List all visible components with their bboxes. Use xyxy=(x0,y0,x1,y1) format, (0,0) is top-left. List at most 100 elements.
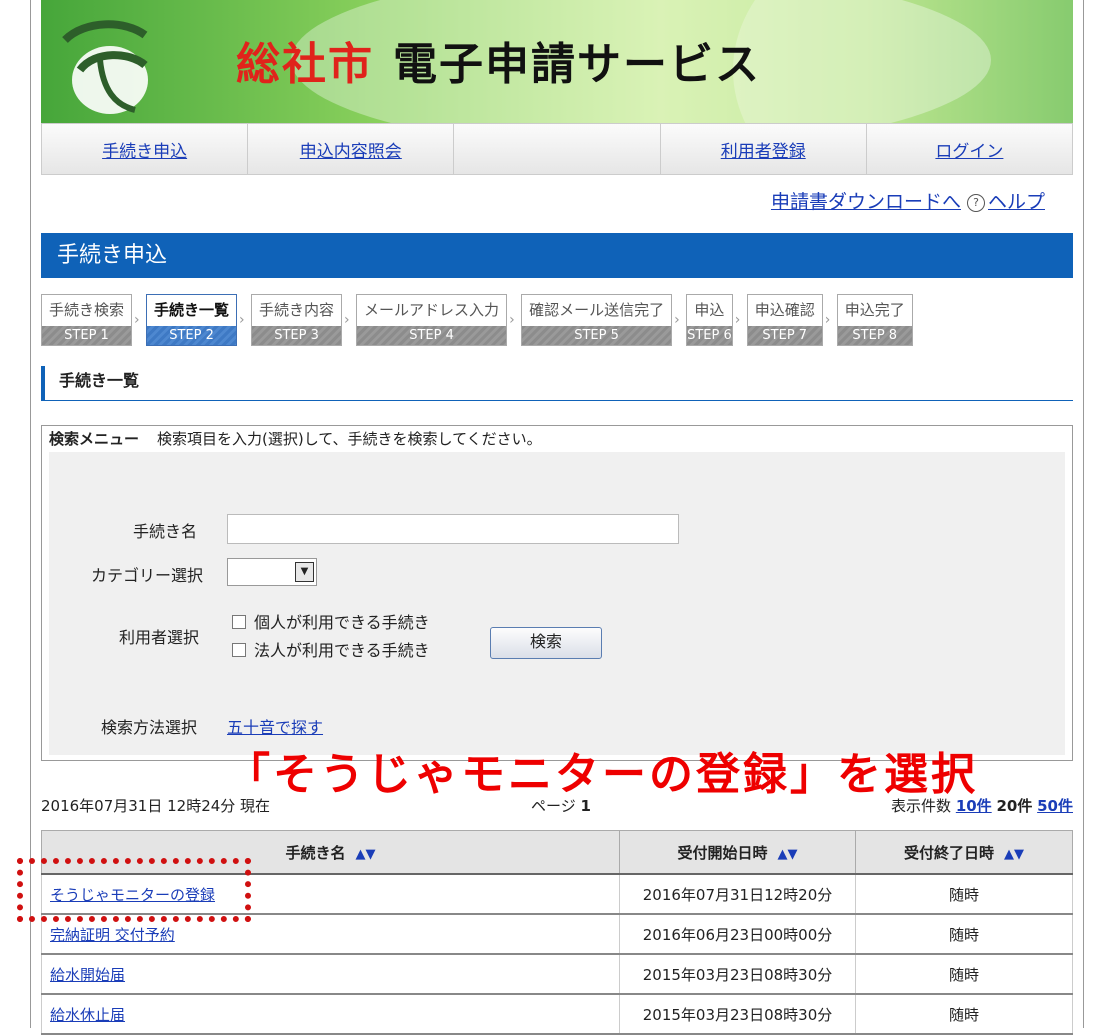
sort-icon[interactable]: ▲▼ xyxy=(1004,847,1024,862)
col-header-label: 手続き名 xyxy=(285,843,346,862)
step-number: STEP 8 xyxy=(837,326,912,345)
step-progress: 手続き検索 STEP 1 › 手続き一覧 STEP 2 › 手続き内容 STEP 3 … xyxy=(41,294,1073,346)
search-method-label: 検索方法選択 xyxy=(101,718,198,737)
row-end-cell: 随時 xyxy=(855,954,1073,995)
search-panel: 検索メニュー 検索項目を入力(選択)して、手続きを検索してください。 手続き名 カ… xyxy=(41,425,1073,761)
user-type-label: 利用者選択 xyxy=(119,628,200,647)
category-select[interactable]: ▼ xyxy=(227,558,317,586)
step-4: メールアドレス入力 STEP 4 xyxy=(356,294,508,346)
category-label: カテゴリー選択 xyxy=(91,566,204,585)
step-label: 申込確認 xyxy=(747,295,822,326)
row-end-cell: 随時 xyxy=(855,914,1073,955)
row-start-cell: 2015年03月23日08時30分 xyxy=(619,954,856,995)
search-menu-label: 検索メニュー xyxy=(49,430,140,448)
nav-link-inquiry[interactable]: 申込内容照会 xyxy=(300,137,402,162)
download-link[interactable]: 申請書ダウンロードへ xyxy=(771,191,961,213)
list-timestamp: 2016年07月31日 12時24分 現在 xyxy=(41,797,271,815)
help-link[interactable]: ヘルプ xyxy=(988,191,1045,213)
page-size-10-link[interactable]: 10件 xyxy=(956,797,992,815)
procedure-link[interactable]: 給水休止届 xyxy=(50,1006,125,1024)
step-5: 確認メール送信完了 STEP 5 xyxy=(521,294,673,346)
procedure-name-input[interactable] xyxy=(227,514,679,544)
step-number: STEP 5 xyxy=(522,326,672,345)
step-label: 申込 xyxy=(687,295,732,326)
chevron-right-icon: › xyxy=(134,312,140,328)
table-row: 給水開始届 2015年03月23日08時30分 随時 xyxy=(41,954,1073,995)
step-6: 申込 STEP 6 xyxy=(686,294,733,346)
service-name: 電子申請サービス xyxy=(393,39,761,90)
help-icon: ? xyxy=(966,194,985,212)
row-start-cell: 2015年03月23日08時30分 xyxy=(619,994,856,1035)
step-label: 手続き内容 xyxy=(252,295,342,326)
step-number: STEP 2 xyxy=(147,326,237,345)
utility-links: 申請書ダウンロードへ? ヘルプ xyxy=(41,175,1073,219)
chevron-right-icon: › xyxy=(674,312,680,328)
page-size-50-link[interactable]: 50件 xyxy=(1037,797,1073,815)
corporate-checkbox[interactable] xyxy=(232,643,246,657)
col-header-start: 受付開始日時 ▲▼ xyxy=(619,830,856,875)
step-number: STEP 6 xyxy=(687,326,732,345)
page-inner: 総社市 電子申請サービス 手続き申込 申込内容照会 利用者登録 ログイン 申請書… xyxy=(41,0,1073,761)
main-nav: 手続き申込 申込内容照会 利用者登録 ログイン xyxy=(41,123,1073,175)
step-number: STEP 1 xyxy=(42,326,132,345)
corporate-option[interactable]: 法人が利用できる手続き xyxy=(232,637,430,661)
step-7: 申込確認 STEP 7 xyxy=(746,294,823,346)
nav-item-register[interactable]: 利用者登録 xyxy=(661,124,867,174)
search-button[interactable]: 検索 xyxy=(490,627,602,659)
step-3: 手続き内容 STEP 3 xyxy=(251,294,343,346)
step-label: 申込完了 xyxy=(837,295,912,326)
sort-icon[interactable]: ▲▼ xyxy=(356,847,376,862)
header-banner: 総社市 電子申請サービス xyxy=(41,0,1073,123)
nav-item-apply[interactable]: 手続き申込 xyxy=(42,124,249,174)
row-name-cell: 給水休止届 xyxy=(41,994,620,1035)
row-end-cell: 随時 xyxy=(855,994,1073,1035)
city-logo-icon xyxy=(62,20,148,114)
col-header-label: 受付終了日時 xyxy=(903,843,994,862)
personal-option[interactable]: 個人が利用できる手続き xyxy=(232,609,430,633)
procedure-link[interactable]: 給水開始届 xyxy=(50,966,125,984)
step-1: 手続き検索 STEP 1 xyxy=(41,294,133,346)
step-8: 申込完了 STEP 8 xyxy=(836,294,913,346)
nav-link-register[interactable]: 利用者登録 xyxy=(721,137,806,162)
search-body: 手続き名 カテゴリー選択 ▼ 利用者選択 個人が利用できる手続き 法人が利用でき… xyxy=(49,452,1065,755)
kana-search-link[interactable]: 五十音で探す xyxy=(227,714,323,738)
row-name-cell: 給水開始届 xyxy=(41,954,620,995)
chevron-right-icon: › xyxy=(509,312,515,328)
search-header: 検索メニュー 検索項目を入力(選択)して、手続きを検索してください。 xyxy=(42,426,1072,452)
nav-item-empty xyxy=(454,124,661,174)
step-number: STEP 4 xyxy=(357,326,507,345)
page-indicator: ページ 1 xyxy=(531,795,591,816)
step-number: STEP 7 xyxy=(747,326,822,345)
personal-checkbox[interactable] xyxy=(232,615,246,629)
nav-item-inquiry[interactable]: 申込内容照会 xyxy=(248,124,455,174)
annotation-text: 「そうじゃモニターの登録」を選択 xyxy=(226,749,978,800)
chevron-right-icon: › xyxy=(344,312,350,328)
nav-item-login[interactable]: ログイン xyxy=(867,124,1072,174)
personal-option-label: 個人が利用できる手続き xyxy=(254,613,430,632)
page-frame: 総社市 電子申請サービス 手続き申込 申込内容照会 利用者登録 ログイン 申請書… xyxy=(17,0,1084,1035)
table-row: 給水休止届 2015年03月23日08時30分 随時 xyxy=(41,994,1073,1035)
chevron-down-icon[interactable]: ▼ xyxy=(295,562,314,582)
row-start-cell: 2016年07月31日12時20分 xyxy=(619,874,856,915)
page-number: 1 xyxy=(580,797,591,815)
page-size-20-current: 20件 xyxy=(996,797,1033,815)
step-label: 確認メール送信完了 xyxy=(522,295,672,326)
procedure-link[interactable]: 完納証明 交付予約 xyxy=(50,926,175,944)
step-2: 手続き一覧 STEP 2 xyxy=(146,294,238,346)
section-title: 手続き一覧 xyxy=(41,366,1073,401)
nav-link-apply[interactable]: 手続き申込 xyxy=(102,137,187,162)
highlight-annotation-box xyxy=(17,858,251,922)
nav-link-login[interactable]: ログイン xyxy=(935,137,1003,162)
row-start-cell: 2016年06月23日00時00分 xyxy=(619,914,856,955)
page-title: 手続き申込 xyxy=(41,233,1073,278)
col-header-end: 受付終了日時 ▲▼ xyxy=(855,830,1073,875)
chevron-right-icon: › xyxy=(734,312,741,328)
corporate-option-label: 法人が利用できる手続き xyxy=(254,641,430,660)
page-label: ページ xyxy=(531,797,576,815)
sort-icon[interactable]: ▲▼ xyxy=(778,847,798,862)
row-end-cell: 随時 xyxy=(855,874,1073,915)
procedure-name-label: 手続き名 xyxy=(133,522,198,541)
step-label: メールアドレス入力 xyxy=(357,295,507,326)
step-label: 手続き一覧 xyxy=(147,295,237,326)
page-size-selector: 表示件数 10件 20件 50件 xyxy=(891,795,1073,816)
